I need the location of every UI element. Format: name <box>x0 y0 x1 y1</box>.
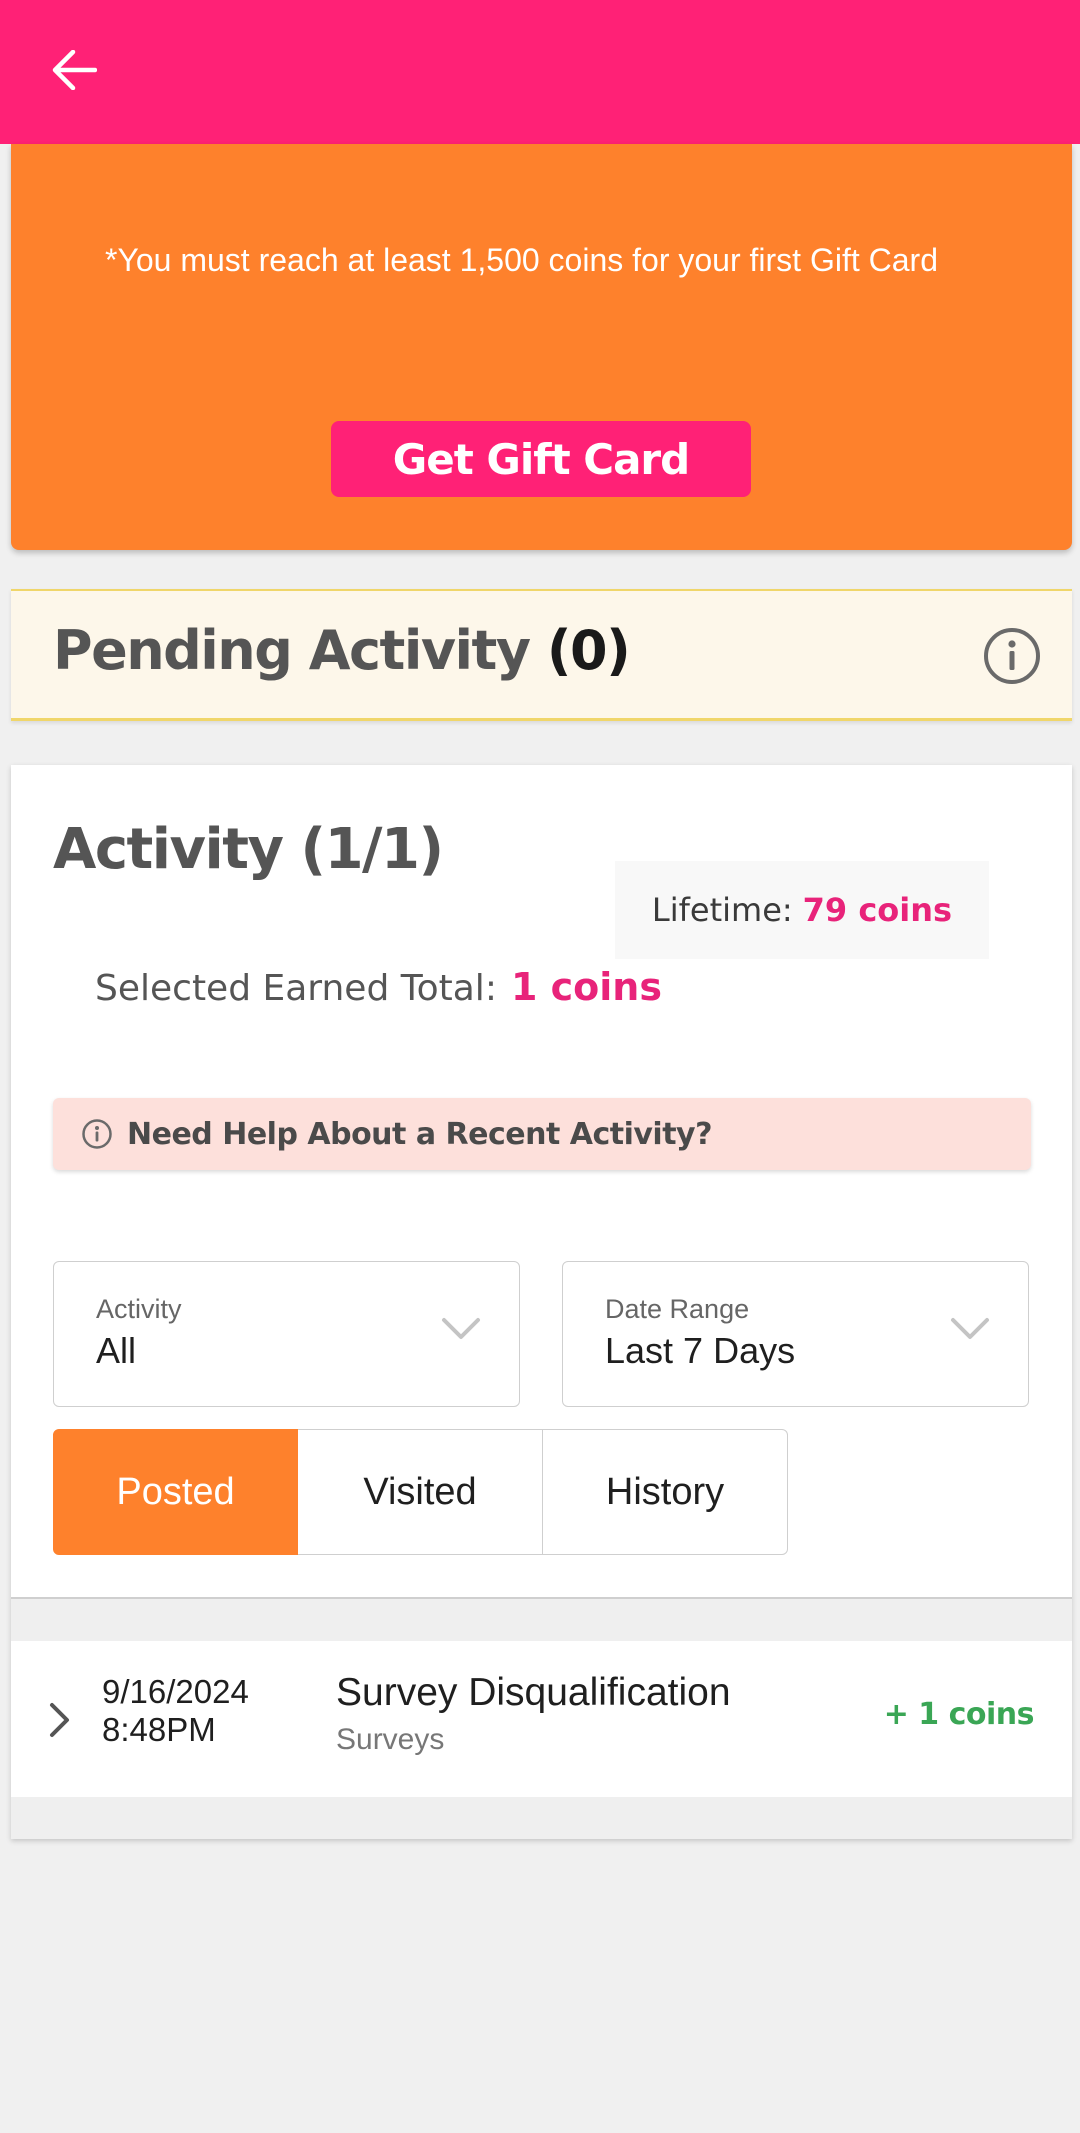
list-item[interactable]: 9/16/2024 8:48PM Survey Disqualification… <box>11 1641 1072 1797</box>
back-button[interactable] <box>44 40 104 100</box>
activity-tabs: Posted Visited History <box>53 1429 788 1555</box>
tab-visited[interactable]: Visited <box>298 1429 543 1555</box>
tab-history[interactable]: History <box>543 1429 788 1555</box>
info-circle-icon[interactable] <box>983 627 1041 685</box>
activity-datetime: 9/16/2024 8:48PM <box>102 1673 249 1749</box>
selected-earned-total: Selected Earned Total: 1 coins <box>95 965 662 1009</box>
lifetime-value: 79 coins <box>802 891 953 929</box>
gift-card-requirement-note: *You must reach at least 1,500 coins for… <box>105 242 938 278</box>
info-circle-icon <box>82 1119 112 1149</box>
activity-card: Activity (1/1) Lifetime: 79 coins Select… <box>11 765 1072 1839</box>
selected-earned-label: Selected Earned Total: <box>95 968 497 1009</box>
app-bar <box>0 0 1080 144</box>
activity-date: 9/16/2024 <box>102 1673 249 1710</box>
activity-list: 9/16/2024 8:48PM Survey Disqualification… <box>11 1599 1072 1839</box>
activity-row-title: Survey Disqualification <box>336 1671 731 1714</box>
chevron-down-icon <box>951 1318 989 1339</box>
activity-row-category: Surveys <box>336 1723 445 1756</box>
date-range-value: Last 7 Days <box>605 1330 796 1371</box>
activity-filter-label: Activity <box>96 1294 182 1324</box>
activity-filter-value: All <box>96 1330 137 1371</box>
chevron-right-icon[interactable] <box>47 1701 73 1739</box>
lifetime-total-box: Lifetime: 79 coins <box>615 861 989 959</box>
pending-activity-title: Pending Activity (0) <box>53 619 631 682</box>
chevron-down-icon <box>442 1318 480 1339</box>
activity-time: 8:48PM <box>102 1711 216 1748</box>
pending-activity-count: (0) <box>546 619 631 682</box>
activity-row-coins: + 1 coins <box>883 1697 1035 1732</box>
date-range-label: Date Range <box>605 1294 750 1324</box>
help-recent-activity-banner[interactable]: Need Help About a Recent Activity? <box>53 1098 1031 1170</box>
lifetime-label: Lifetime: <box>651 891 793 929</box>
get-gift-card-button[interactable]: Get Gift Card <box>331 421 751 497</box>
arrow-left-icon <box>52 50 97 90</box>
activity-filter-dropdown[interactable]: Activity All <box>53 1261 520 1407</box>
date-range-dropdown[interactable]: Date Range Last 7 Days <box>562 1261 1029 1407</box>
pending-activity-label: Pending Activity <box>53 619 531 682</box>
gift-card-panel: *You must reach at least 1,500 coins for… <box>11 144 1072 550</box>
selected-earned-value: 1 coins <box>510 965 662 1009</box>
tab-posted[interactable]: Posted <box>53 1429 298 1555</box>
help-banner-text: Need Help About a Recent Activity? <box>127 1116 713 1152</box>
pending-activity-section: Pending Activity (0) <box>11 589 1072 721</box>
activity-title: Activity (1/1) <box>53 817 444 882</box>
